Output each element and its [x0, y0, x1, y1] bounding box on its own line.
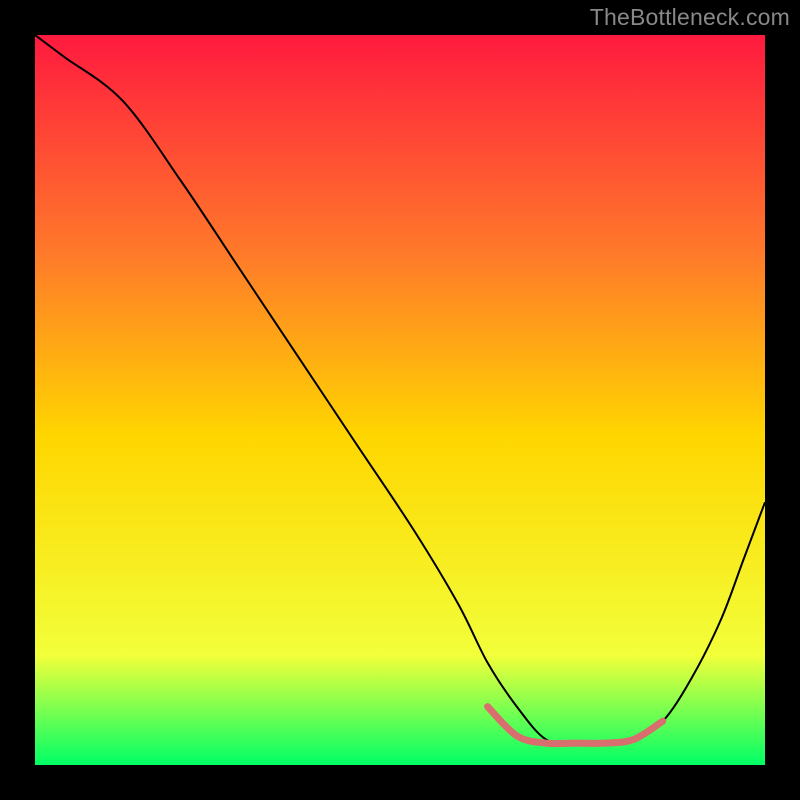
chart-area [35, 35, 765, 765]
chart-wrapper: TheBottleneck.com [0, 0, 800, 800]
gradient-background [35, 35, 765, 765]
watermark-label: TheBottleneck.com [590, 4, 790, 31]
chart-svg [35, 35, 765, 765]
